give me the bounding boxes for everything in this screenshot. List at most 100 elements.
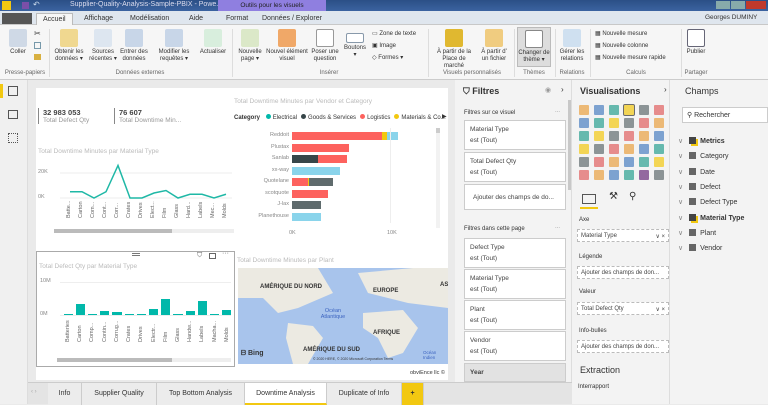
fields-tab-icon[interactable]: [582, 194, 596, 204]
save-icon[interactable]: [22, 2, 29, 9]
get-data-button[interactable]: Obtenir les données ▾: [52, 29, 86, 63]
kpi-card-downtime[interactable]: 76 607 Total Downtime Min...: [114, 108, 181, 124]
ask-question-button[interactable]: Poser une question: [309, 29, 341, 63]
bar-segment[interactable]: [292, 143, 349, 152]
scrollbar-thumb[interactable]: [57, 358, 172, 362]
visual-type-icon[interactable]: [594, 157, 604, 167]
fields-search-input[interactable]: ⚲ Rechercher: [682, 107, 768, 123]
change-theme-button[interactable]: Changer de thème ▾: [517, 27, 551, 67]
visual-type-icon[interactable]: [594, 131, 604, 141]
column-bar[interactable]: [149, 309, 159, 315]
visual-type-icon[interactable]: [579, 105, 589, 115]
chevron-down-icon[interactable]: ∨: [678, 230, 683, 237]
close-button[interactable]: [746, 1, 766, 9]
undo-icon[interactable]: ↶: [33, 0, 40, 9]
visual-type-icon[interactable]: [639, 144, 649, 154]
paste-button[interactable]: Coller: [6, 29, 30, 56]
model-view-button[interactable]: [8, 133, 18, 143]
column-bar[interactable]: [87, 313, 98, 315]
remove-field-icon[interactable]: ∨ ×: [655, 233, 665, 240]
textbox-button[interactable]: ▭ Zone de texte: [372, 30, 416, 37]
axis-well[interactable]: Material Type ∨ ×: [577, 229, 669, 242]
visual-type-icon[interactable]: [654, 144, 664, 154]
tab-aide[interactable]: Aide: [183, 13, 209, 25]
legend-item[interactable]: Logistics: [360, 114, 390, 121]
add-page-button[interactable]: +: [402, 383, 424, 405]
chevron-down-icon[interactable]: ∨: [678, 138, 683, 145]
filter-card[interactable]: Total Defect Qty est (Tout): [464, 152, 566, 182]
visual-type-icon[interactable]: [579, 118, 589, 128]
drag-handle[interactable]: [132, 253, 140, 256]
filter-card[interactable]: Defect Type est (Tout): [464, 238, 566, 268]
page-tab-supplier-quality[interactable]: Supplier Quality: [82, 383, 157, 405]
visual-type-icon[interactable]: [639, 105, 649, 115]
field-table[interactable]: ∨ Plant: [678, 228, 716, 237]
prev-page-icon[interactable]: ‹ ›: [31, 389, 37, 395]
value-well[interactable]: Total Defect Qty ∨ ×: [577, 302, 669, 315]
tab-affichage[interactable]: Affichage: [78, 13, 119, 25]
tooltip-well[interactable]: Ajouter des champs de don...: [577, 340, 669, 353]
visual-type-icon[interactable]: [609, 131, 619, 141]
from-file-button[interactable]: À partir d' un fichier: [478, 29, 510, 63]
scrollbar[interactable]: [436, 128, 440, 228]
bar-segment[interactable]: [292, 155, 319, 163]
visual-type-icon[interactable]: [654, 105, 664, 115]
page-tab-info[interactable]: Info: [48, 383, 82, 405]
stacked-bar-visual[interactable]: Total Downtime Minutes par Vendor et Cat…: [234, 94, 448, 254]
legend-item[interactable]: Goods & Services: [301, 114, 356, 121]
tab-format[interactable]: Format: [220, 13, 254, 25]
field-table[interactable]: ∨ Material Type: [678, 213, 744, 222]
legend-item[interactable]: Electrical: [265, 114, 297, 121]
collapse-viz-icon[interactable]: ›: [664, 85, 667, 94]
page-tab-downtime-analysis[interactable]: Downtime Analysis: [245, 383, 327, 405]
shapes-button[interactable]: ◇ Formes ▾: [372, 54, 403, 61]
visual-type-icon[interactable]: [609, 118, 619, 128]
quick-measure-button[interactable]: ▦ Nouvelle mesure rapide: [595, 54, 666, 61]
filter-card[interactable]: Vendor est (Tout): [464, 331, 566, 361]
collapse-filters-icon[interactable]: ›: [561, 85, 564, 94]
visual-type-icon[interactable]: [609, 170, 619, 180]
map-visual[interactable]: AMÉRIQUE DU NORD EUROPE Océan Atlantique…: [238, 268, 448, 364]
field-table[interactable]: ∨ Metrics: [678, 137, 725, 145]
visual-type-icon[interactable]: [624, 170, 634, 180]
visual-type-icon[interactable]: [639, 170, 649, 180]
enter-data-button[interactable]: Entrer des données: [119, 29, 149, 63]
new-page-button[interactable]: Nouvelle page ▾: [234, 29, 266, 63]
visual-type-icon[interactable]: [654, 131, 664, 141]
bar-segment[interactable]: [292, 178, 308, 186]
visual-type-icon[interactable]: [594, 118, 604, 128]
visual-type-icon[interactable]: [609, 105, 619, 115]
chevron-down-icon[interactable]: ∨: [678, 215, 683, 222]
copy-icon[interactable]: [34, 42, 41, 49]
more-options-icon[interactable]: ···: [222, 250, 229, 257]
format-painter-icon[interactable]: [34, 54, 41, 60]
visual-type-icon[interactable]: [594, 170, 604, 180]
visual-type-icon[interactable]: [594, 144, 604, 154]
visual-type-icon[interactable]: [654, 118, 664, 128]
report-view-button[interactable]: [8, 86, 18, 96]
data-view-button[interactable]: [8, 110, 18, 119]
visual-type-icon[interactable]: [579, 131, 589, 141]
new-column-button[interactable]: ▦ Nouvelle colonne: [595, 42, 648, 49]
filter-card[interactable]: Plant est (Tout): [464, 300, 566, 330]
tab-accueil[interactable]: Accueil: [36, 13, 73, 25]
page-tab-duplicate-info[interactable]: Duplicate of Info: [327, 383, 402, 405]
chevron-down-icon[interactable]: ∨: [678, 184, 683, 191]
column-bar[interactable]: [222, 309, 232, 315]
chevron-down-icon[interactable]: ∨: [678, 199, 683, 206]
publish-button[interactable]: Publier: [683, 29, 709, 56]
more-options-icon[interactable]: ...: [555, 108, 560, 114]
field-table[interactable]: ∨ Vendor: [678, 244, 722, 252]
field-table[interactable]: ∨ Defect: [678, 182, 720, 191]
legend-next-icon[interactable]: ▶: [442, 113, 447, 120]
remove-field-icon[interactable]: ∨ ×: [655, 306, 665, 313]
map-copyright[interactable]: © 2020 HERE, © 2020 Microsoft Corporatio…: [313, 357, 393, 361]
visual-type-icon[interactable]: [624, 131, 634, 141]
refresh-button[interactable]: Actualiser: [198, 29, 228, 56]
maximize-button[interactable]: [731, 1, 745, 9]
eye-icon[interactable]: ◉: [545, 86, 551, 94]
bar-segment[interactable]: [387, 132, 398, 140]
manage-relations-button[interactable]: Gérer les relations: [557, 29, 587, 63]
visual-type-icon[interactable]: [594, 105, 604, 115]
filter-card[interactable]: Material Type est (Tout): [464, 269, 566, 299]
